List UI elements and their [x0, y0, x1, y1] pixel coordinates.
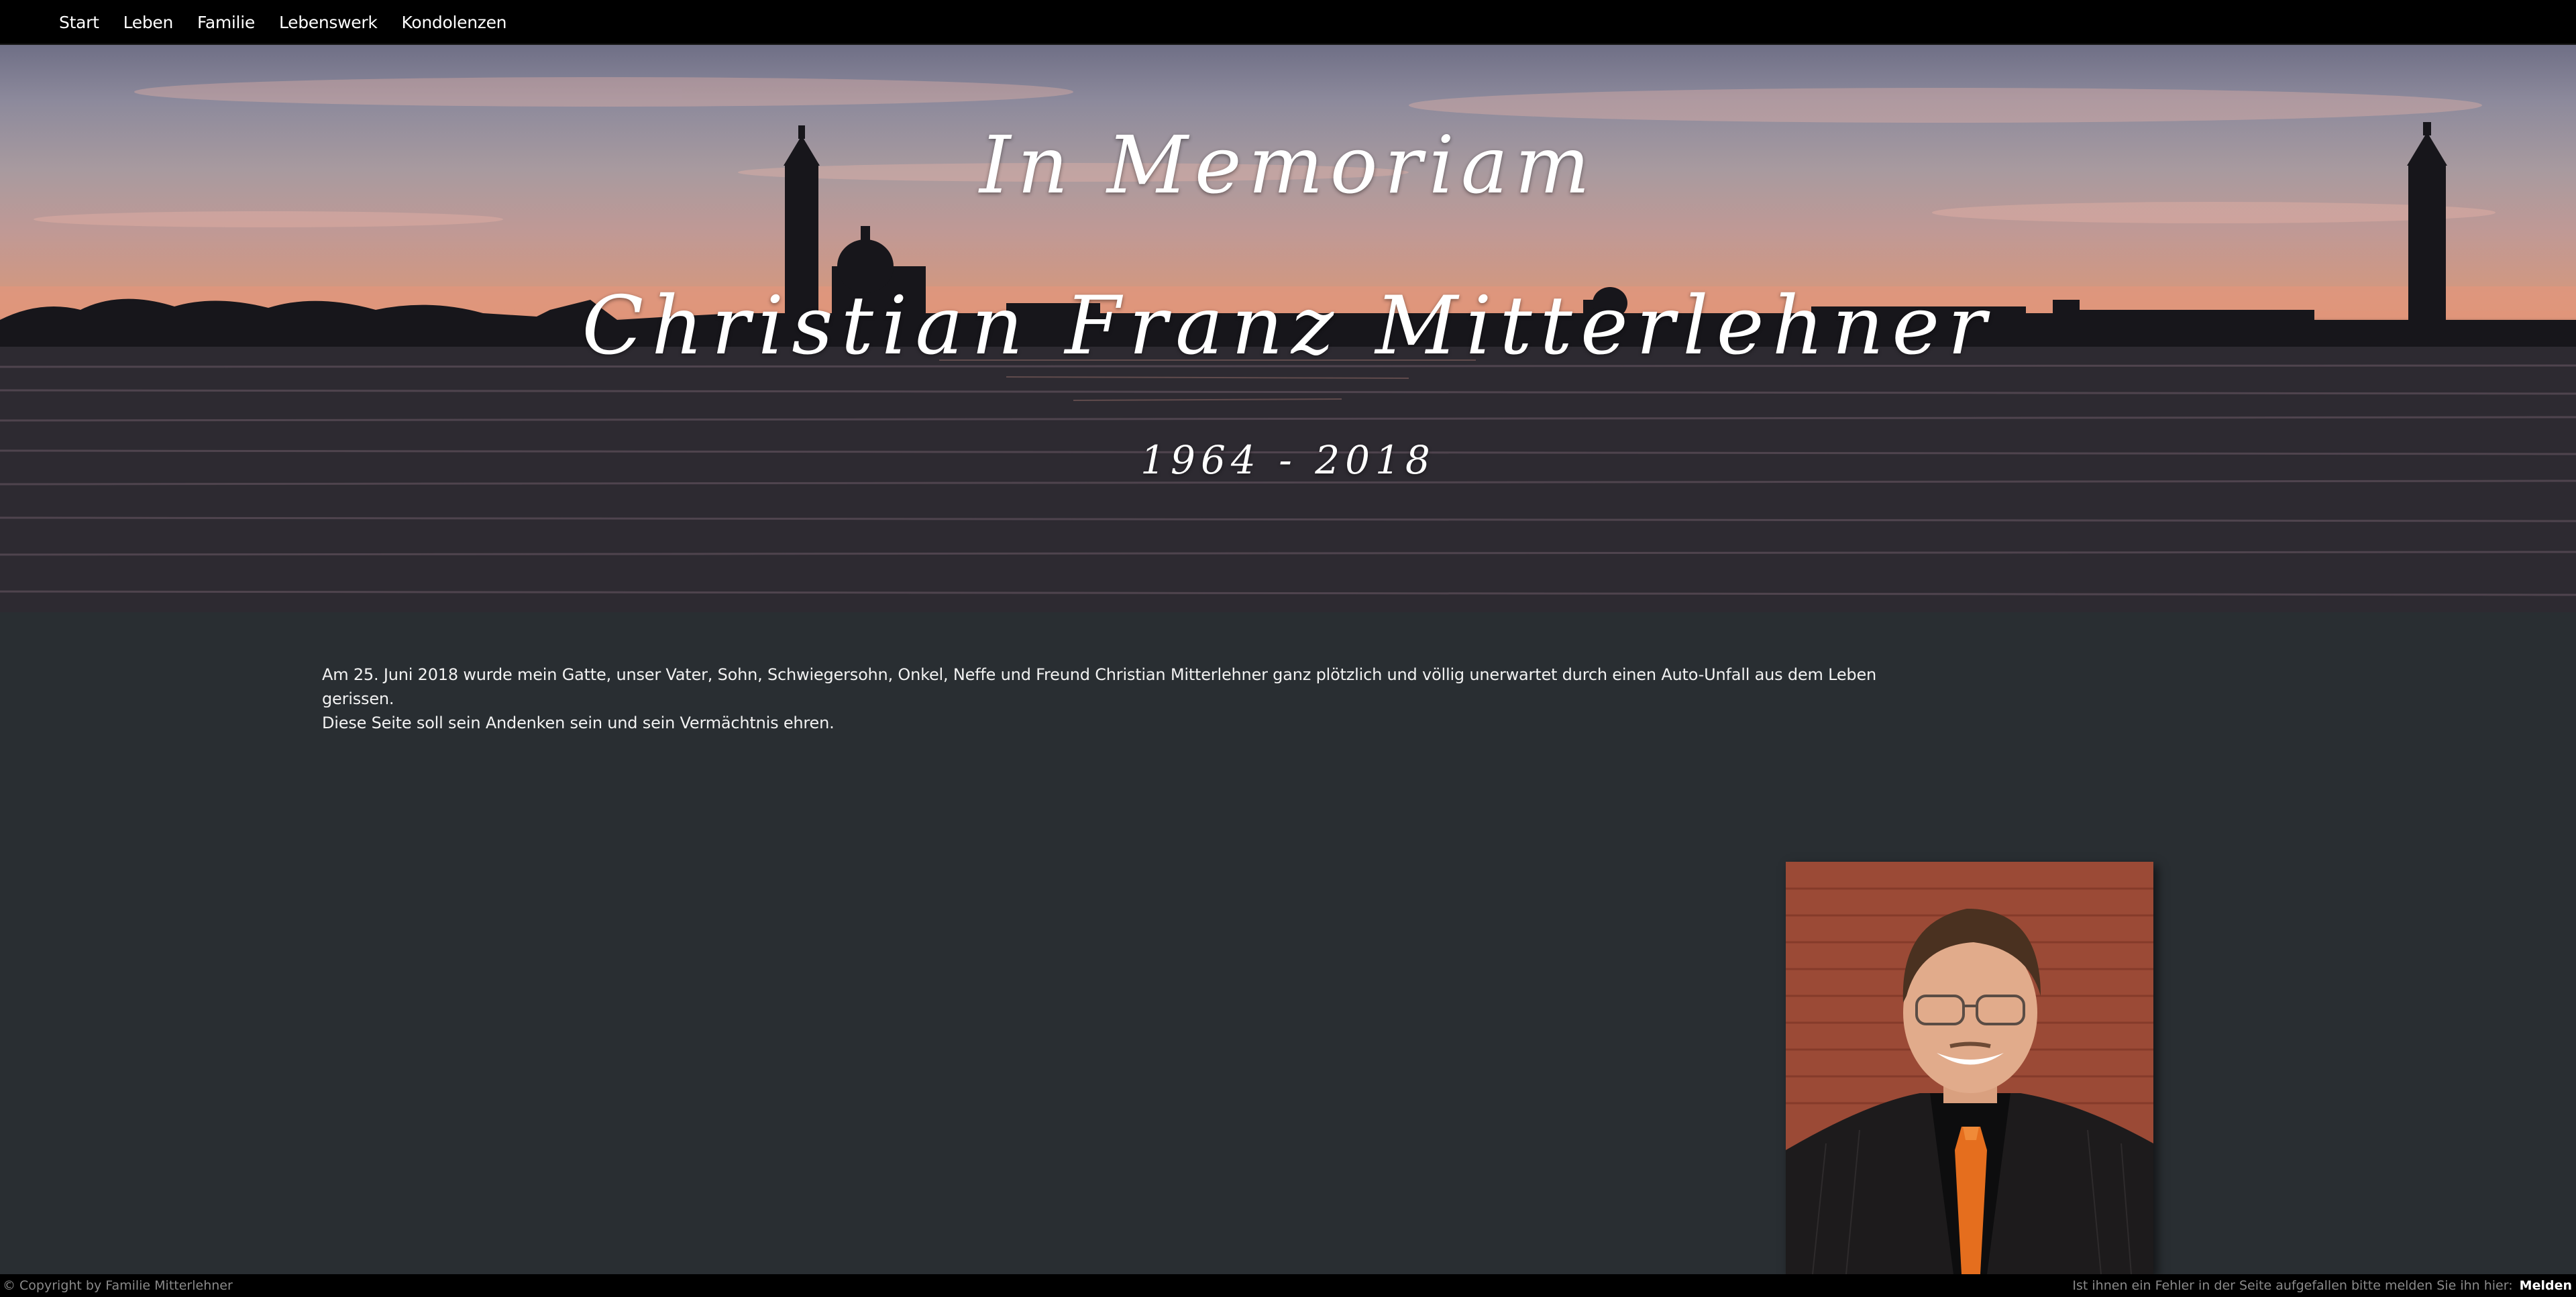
- page-footer: © Copyright by Familie Mitterlehner Ist …: [0, 1274, 2576, 1297]
- hero-in-memoriam-heading: In Memoriam: [979, 119, 1597, 211]
- intro-text: Am 25. Juni 2018 wurde mein Gatte, unser…: [322, 663, 1932, 735]
- copyright-text: © Copyright by Familie Mitterlehner: [3, 1278, 233, 1293]
- report-error-link[interactable]: Melden: [2520, 1278, 2572, 1293]
- report-error-text: Ist ihnen ein Fehler in der Seite aufgef…: [2072, 1278, 2513, 1293]
- hero-years: 1964 - 2018: [1140, 437, 1436, 483]
- nav-menu: Start Leben Familie Lebenswerk Kondolenz…: [59, 0, 531, 45]
- intro-paragraph-2: Diese Seite soll sein Andenken sein und …: [322, 714, 835, 732]
- intro-paragraph-1: Am 25. Juni 2018 wurde mein Gatte, unser…: [322, 665, 1877, 708]
- portrait-image: [1786, 862, 2153, 1274]
- nav-item-leben[interactable]: Leben: [123, 13, 174, 32]
- nav-item-start[interactable]: Start: [59, 13, 99, 32]
- hero-name-heading: Christian Franz Mitterlehner: [582, 280, 1994, 373]
- nav-item-kondolenzen[interactable]: Kondolenzen: [402, 13, 507, 32]
- report-error-notice: Ist ihnen ein Fehler in der Seite aufgef…: [2072, 1278, 2572, 1293]
- portrait-photo: [1786, 862, 2153, 1274]
- nav-item-familie[interactable]: Familie: [197, 13, 255, 32]
- hero-banner: In Memoriam Christian Franz Mitterlehner…: [0, 45, 2576, 612]
- top-navigation: Start Leben Familie Lebenswerk Kondolenz…: [0, 0, 2576, 45]
- nav-item-lebenswerk[interactable]: Lebenswerk: [279, 13, 378, 32]
